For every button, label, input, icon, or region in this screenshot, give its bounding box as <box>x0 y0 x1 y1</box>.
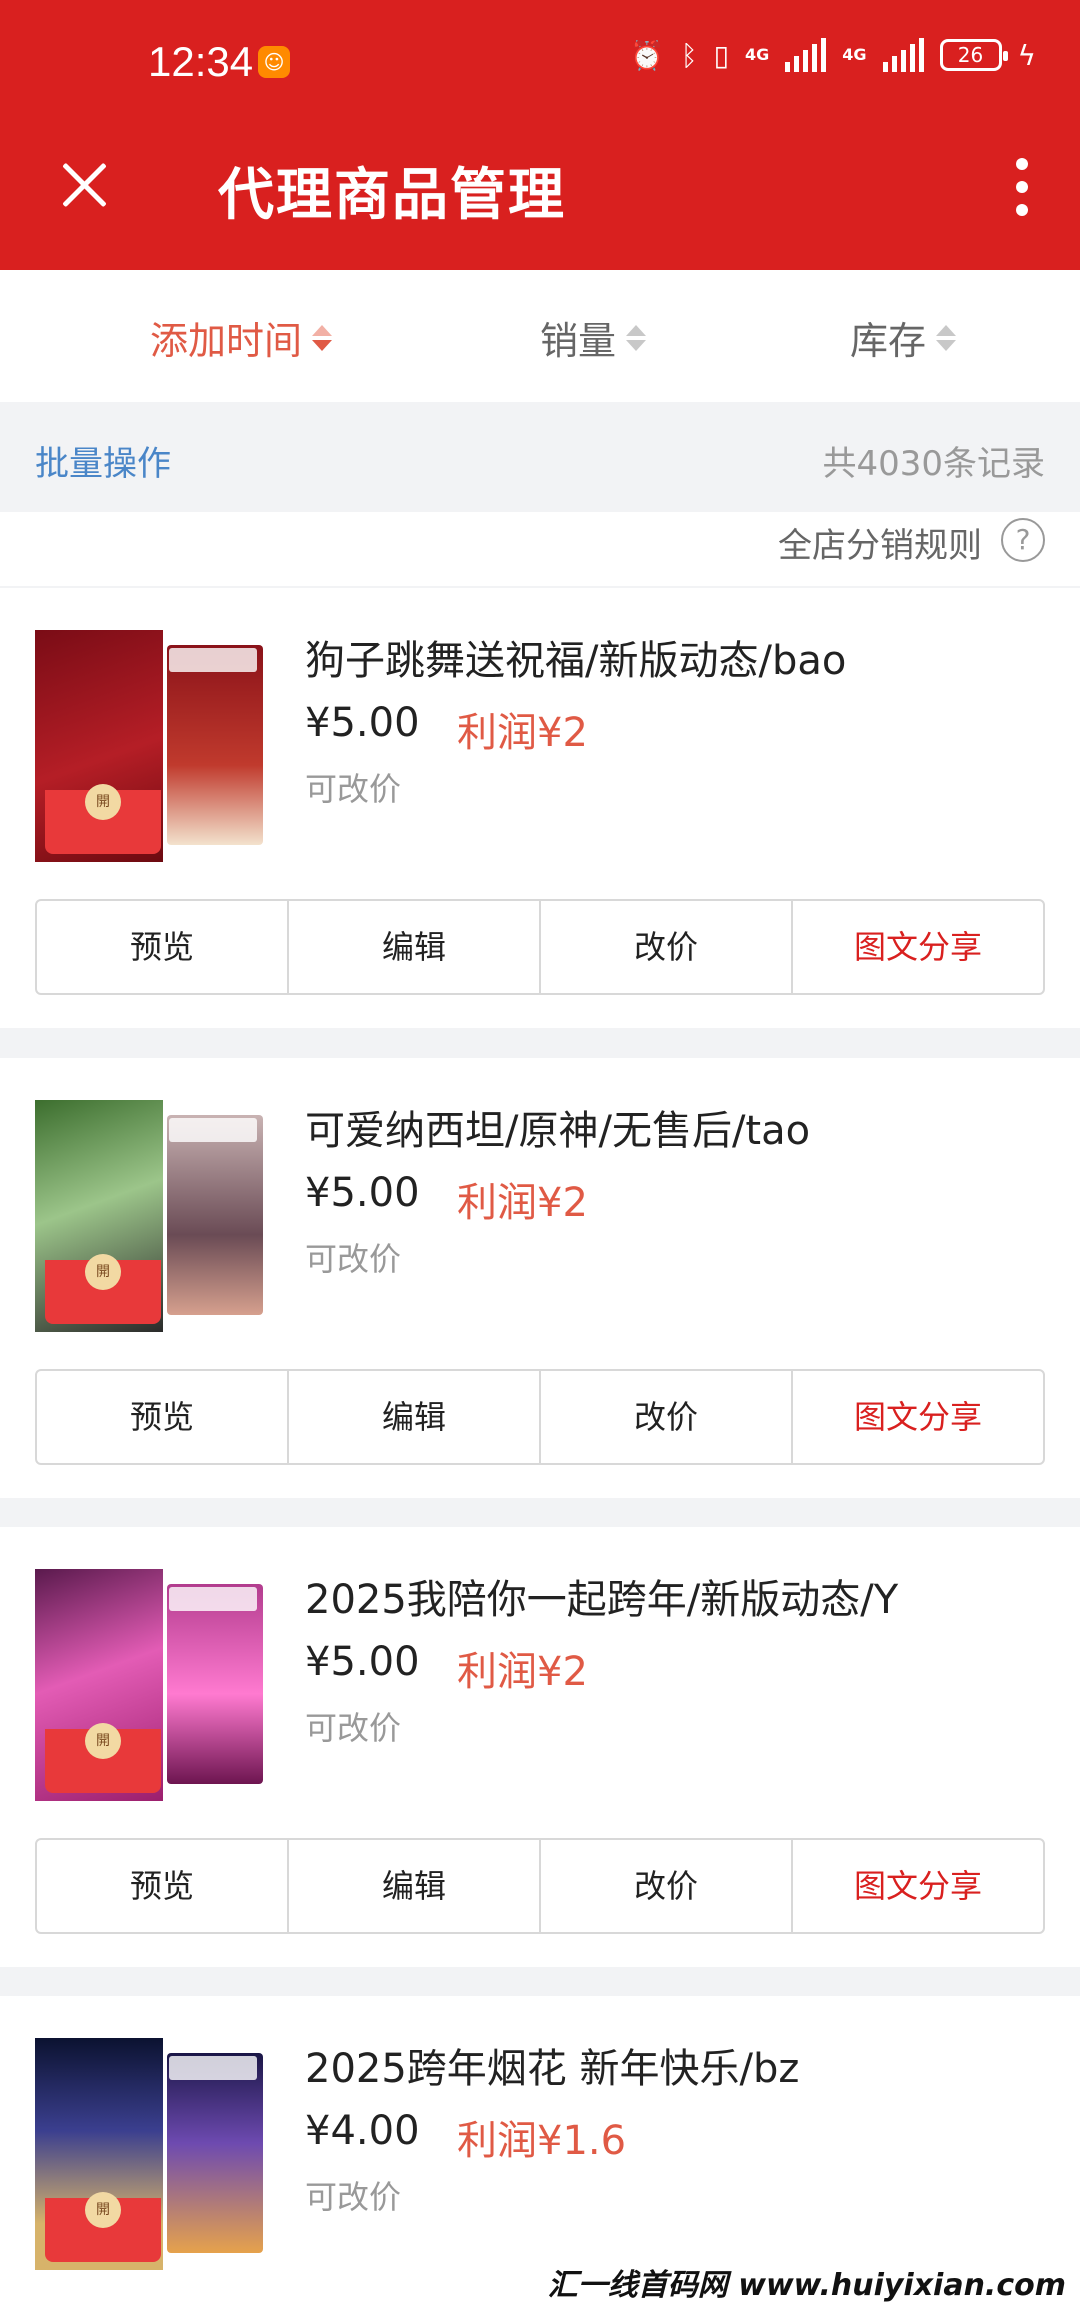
status-time: 12:34 <box>148 38 254 85</box>
product-profit: 利润¥2 <box>457 710 588 756</box>
open-seal-icon: 開 <box>85 784 121 820</box>
status-bar: 12:34 ☺ ⏰ ᛒ ▯ 4G 4G 26 ϟ <box>0 30 1080 100</box>
share-button[interactable]: 图文分享 <box>793 1840 1043 1932</box>
vibrate-icon: ▯ <box>713 38 729 72</box>
more-options-icon[interactable] <box>1014 158 1030 216</box>
product-title: 2025跨年烟花 新年快乐/bz <box>305 2046 800 2092</box>
product-thumbnail[interactable]: 開 <box>35 630 267 862</box>
product-price: ¥5.00 <box>305 1170 420 1216</box>
edit-button[interactable]: 编辑 <box>289 1371 541 1463</box>
product-title: 狗子跳舞送祝福/新版动态/bao <box>305 638 847 684</box>
app-header: 12:34 ☺ ⏰ ᛒ ▯ 4G 4G 26 ϟ 代理商品管理 <box>0 0 1080 270</box>
product-profit: 利润¥2 <box>457 1180 588 1226</box>
price-editable-note: 可改价 <box>305 770 402 808</box>
preview-button[interactable]: 预览 <box>37 1840 289 1932</box>
alarm-icon: ⏰ <box>629 38 665 72</box>
record-count: 共4030条记录 <box>822 444 1045 484</box>
batch-bar: 批量操作 共4030条记录 <box>0 402 1080 512</box>
product-card: 開 狗子跳舞送祝福/新版动态/bao ¥5.00 利润¥2 可改价 预览 编辑 … <box>0 588 1080 1028</box>
price-editable-note: 可改价 <box>305 1240 402 1278</box>
product-card: 開 可爱纳西坦/原神/无售后/tao ¥5.00 利润¥2 可改价 预览 编辑 … <box>0 1058 1080 1498</box>
sort-label: 库存 <box>850 319 927 363</box>
distribution-rules-row: 全店分销规则 ? <box>0 512 1080 586</box>
status-icons: ⏰ ᛒ ▯ 4G 4G 26 ϟ <box>630 38 1036 72</box>
product-price: ¥5.00 <box>305 700 420 746</box>
network-type-1: 4G <box>744 45 770 64</box>
product-price: ¥5.00 <box>305 1639 420 1685</box>
open-seal-icon: 開 <box>85 2192 121 2228</box>
product-thumbnail[interactable]: 開 <box>35 2038 267 2270</box>
watermark: 汇一线首码网 www.huiyixian.com <box>539 2258 1074 2306</box>
app-notification-icon: ☺ <box>258 46 290 78</box>
signal-icon-1 <box>785 38 827 72</box>
product-profit: 利润¥2 <box>457 1649 588 1695</box>
signal-icon-2 <box>882 38 924 72</box>
preview-button[interactable]: 预览 <box>37 1371 289 1463</box>
reprice-button[interactable]: 改价 <box>541 901 793 993</box>
sort-by-added-time[interactable]: 添加时间 <box>150 310 333 365</box>
open-seal-icon: 開 <box>85 1723 121 1759</box>
open-seal-icon: 開 <box>85 1254 121 1290</box>
edit-button[interactable]: 编辑 <box>289 901 541 993</box>
price-editable-note: 可改价 <box>305 1709 402 1747</box>
share-button[interactable]: 图文分享 <box>793 901 1043 993</box>
sort-arrows-icon <box>626 324 647 351</box>
preview-button[interactable]: 预览 <box>37 901 289 993</box>
network-type-2: 4G <box>842 45 867 64</box>
share-button[interactable]: 图文分享 <box>793 1371 1043 1463</box>
product-actions: 预览 编辑 改价 图文分享 <box>35 1369 1045 1465</box>
edit-button[interactable]: 编辑 <box>289 1840 541 1932</box>
product-title: 2025我陪你一起跨年/新版动态/Y <box>305 1577 899 1623</box>
battery-icon: 26 <box>939 39 1008 71</box>
help-icon[interactable]: ? <box>1001 518 1045 562</box>
distribution-rules-link[interactable]: 全店分销规则 <box>778 518 982 567</box>
bluetooth-icon: ᛒ <box>680 38 698 72</box>
product-card: 開 2025我陪你一起跨年/新版动态/Y ¥5.00 利润¥2 可改价 预览 编… <box>0 1527 1080 1967</box>
product-actions: 预览 编辑 改价 图文分享 <box>35 1838 1045 1934</box>
reprice-button[interactable]: 改价 <box>541 1840 793 1932</box>
sort-label: 添加时间 <box>150 319 303 363</box>
sort-bar: 添加时间 销量 库存 <box>0 270 1080 402</box>
sort-arrows-icon <box>936 324 957 351</box>
batch-operation-link[interactable]: 批量操作 <box>35 436 171 485</box>
nav-bar: 代理商品管理 <box>0 130 1080 240</box>
charging-icon: ϟ <box>1017 38 1036 72</box>
sort-by-sales[interactable]: 销量 <box>540 310 647 365</box>
sort-by-stock[interactable]: 库存 <box>850 310 957 365</box>
reprice-button[interactable]: 改价 <box>541 1371 793 1463</box>
product-profit: 利润¥1.6 <box>457 2118 627 2164</box>
page-title: 代理商品管理 <box>218 163 566 228</box>
product-title: 可爱纳西坦/原神/无售后/tao <box>305 1108 811 1154</box>
product-actions: 预览 编辑 改价 图文分享 <box>35 899 1045 995</box>
product-thumbnail[interactable]: 開 <box>35 1569 267 1801</box>
price-editable-note: 可改价 <box>305 2178 402 2216</box>
product-price: ¥4.00 <box>305 2108 420 2154</box>
sort-label: 销量 <box>540 319 617 363</box>
close-icon[interactable] <box>58 158 110 210</box>
product-thumbnail[interactable]: 開 <box>35 1100 267 1332</box>
sort-arrows-icon <box>312 324 333 351</box>
